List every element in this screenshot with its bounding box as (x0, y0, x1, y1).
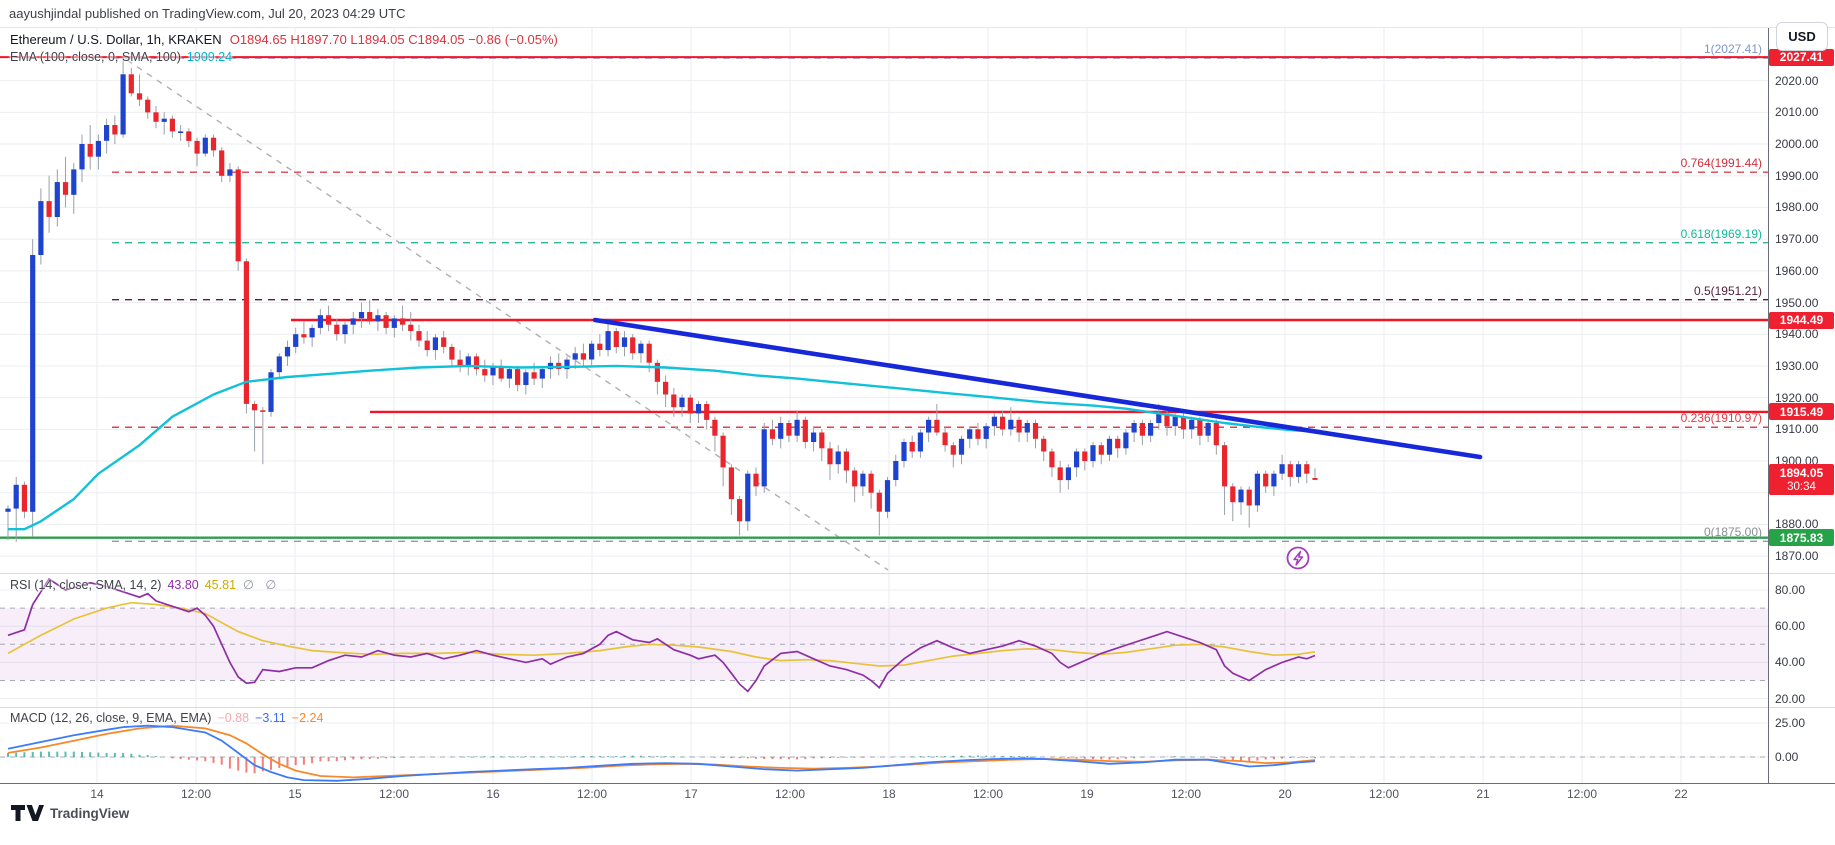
macd-signal-value: −2.24 (292, 711, 324, 725)
lightning-marker[interactable] (1288, 548, 1309, 569)
price-tag-value: 1875.83 (1780, 531, 1823, 545)
rsi-sma-value: 45.81 (205, 578, 236, 592)
time-axis-label: 12:00 (973, 787, 1003, 801)
macd-axis-label: 0.00 (1775, 750, 1798, 764)
price-axis-label: 1910.00 (1775, 422, 1818, 436)
time-axis-label: 18 (882, 787, 895, 801)
macd-signal-line (8, 726, 1315, 778)
rsi-axis-label: 80.00 (1775, 583, 1805, 597)
macd-axis-label: 25.00 (1775, 716, 1805, 730)
time-axis-label: 12:00 (1369, 787, 1399, 801)
price-axis-label: 1930.00 (1775, 359, 1818, 373)
rsi-legend: RSI (14, close, SMA, 14, 2) 43.80 45.81 ∅ ∅ (10, 577, 280, 592)
time-axis-label: 15 (288, 787, 301, 801)
macd-label: MACD (12, 26, close, 9, EMA, EMA) (10, 711, 211, 725)
rsi-value: 43.80 (167, 578, 198, 592)
symbol-legend: Ethereum / U.S. Dollar, 1h, KRAKEN O1894.… (10, 32, 558, 47)
price-tag-value: 1894.05 (1780, 466, 1823, 480)
time-axis-label: 12:00 (775, 787, 805, 801)
tradingview-logo-icon (10, 804, 44, 822)
price-axis-label: 1870.00 (1775, 549, 1818, 563)
price-tag: 1894.0530:34 (1769, 464, 1834, 495)
symbol-title: Ethereum / U.S. Dollar, 1h, KRAKEN (10, 32, 222, 47)
fib-level-label: 0.764(1991.44) (1681, 156, 1762, 170)
price-axis-label: 1960.00 (1775, 264, 1818, 278)
fib-level-label: 0.618(1969.19) (1681, 227, 1762, 241)
candle-countdown: 30:34 (1787, 480, 1816, 494)
rsi-label: RSI (14, close, SMA, 14, 2) (10, 578, 161, 592)
time-axis-label: 16 (486, 787, 499, 801)
price-tag: 2027.41 (1769, 49, 1834, 66)
tradingview-logo[interactable]: TradingView (10, 804, 129, 822)
time-axis-label: 20 (1278, 787, 1291, 801)
price-axis-label: 1980.00 (1775, 200, 1818, 214)
dashed-diagonal-trendline (127, 60, 888, 570)
tradingview-logo-text: TradingView (50, 806, 129, 821)
price-tag-value: 1944.49 (1780, 313, 1823, 327)
macd-line (8, 726, 1315, 781)
fib-level-label: 1(2027.41) (1704, 42, 1762, 56)
time-axis-label: 21 (1476, 787, 1489, 801)
macd-legend: MACD (12, 26, close, 9, EMA, EMA) −0.88 −3… (10, 711, 323, 725)
fib-level-label: 0.236(1910.97) (1681, 411, 1762, 425)
ema-value: 1909.24 (187, 50, 232, 64)
tradingview-chart-snapshot: aayushjindal published on TradingView.co… (0, 0, 1835, 845)
time-axis-label: 14 (90, 787, 103, 801)
time-axis-label: 12:00 (1171, 787, 1201, 801)
time-axis-label: 19 (1080, 787, 1093, 801)
price-tag: 1944.49 (1769, 312, 1834, 329)
currency-toggle-button[interactable]: USD (1776, 22, 1828, 51)
ema-legend: EMA (100, close, 0, SMA, 100) 1909.24 (10, 50, 232, 64)
price-axis-label: 2020.00 (1775, 74, 1818, 88)
time-axis-label: 12:00 (379, 787, 409, 801)
price-tag-value: 2027.41 (1780, 50, 1823, 64)
price-axis-label: 1940.00 (1775, 327, 1818, 341)
ohlc-values: O1894.65 H1897.70 L1894.05 C1894.05 −0.8… (230, 32, 558, 47)
price-axis-label: 2000.00 (1775, 137, 1818, 151)
price-axis-label: 2010.00 (1775, 105, 1818, 119)
macd-hist-value: −0.88 (217, 711, 249, 725)
ema-label: EMA (100, close, 0, SMA, 100) (10, 50, 181, 64)
price-tag-value: 1915.49 (1780, 405, 1823, 419)
rsi-axis-label: 20.00 (1775, 692, 1805, 706)
macd-line-value: −3.11 (255, 711, 286, 725)
price-axis-label: 1970.00 (1775, 232, 1818, 246)
time-axis-label: 12:00 (181, 787, 211, 801)
candlestick-series (5, 60, 1317, 542)
time-axis-label: 12:00 (577, 787, 607, 801)
price-tag: 1875.83 (1769, 529, 1834, 546)
price-axis-label: 1950.00 (1775, 296, 1818, 310)
fib-level-label: 0(1875.00) (1704, 525, 1762, 539)
price-tag: 1915.49 (1769, 403, 1834, 420)
fib-level-label: 0.5(1951.21) (1694, 284, 1762, 298)
rsi-axis-label: 60.00 (1775, 619, 1805, 633)
time-axis-label: 12:00 (1567, 787, 1597, 801)
price-axis-label: 1990.00 (1775, 169, 1818, 183)
rsi-empty-set-icons: ∅ ∅ (243, 578, 280, 592)
time-axis-label: 22 (1674, 787, 1687, 801)
time-axis-label: 17 (684, 787, 697, 801)
rsi-axis-label: 40.00 (1775, 655, 1805, 669)
